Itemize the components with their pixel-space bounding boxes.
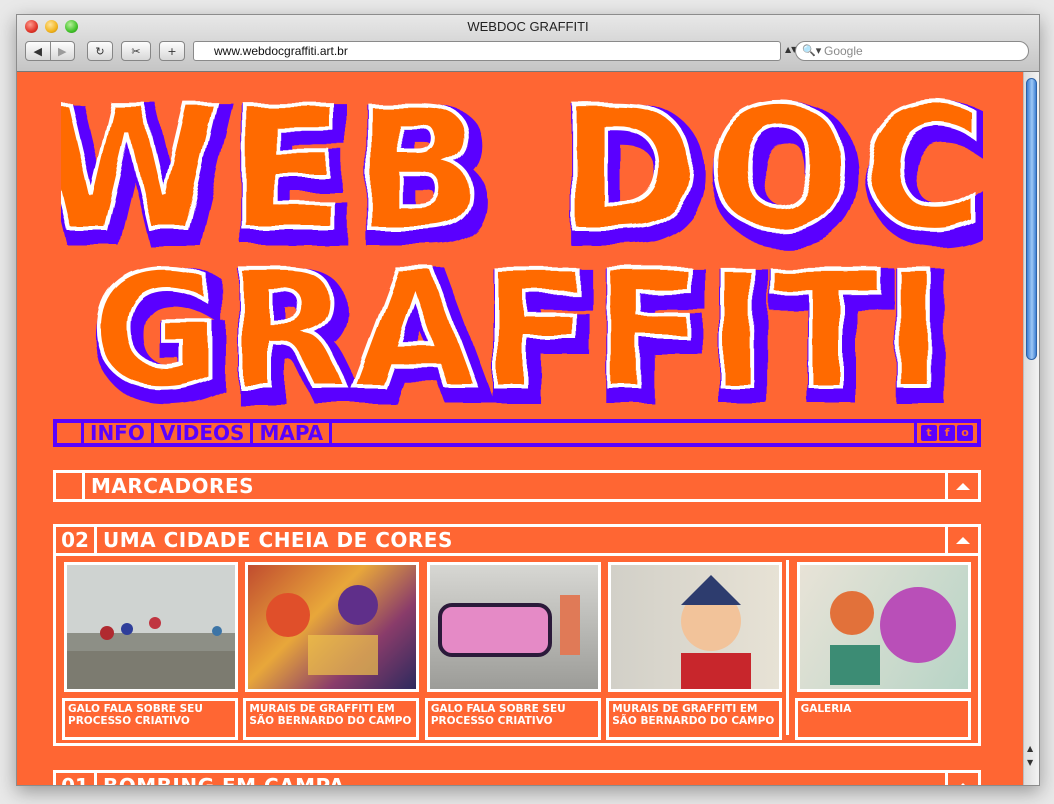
nav-item-mapa[interactable]: MAPA xyxy=(253,423,333,443)
page-content: WEB DOC WEB DOC GRAFFITI GRAFFITI INFO V… xyxy=(17,72,1023,785)
scroll-down-icon[interactable]: ▼ xyxy=(1027,758,1033,767)
gallery-card[interactable]: GALERIA xyxy=(793,560,973,740)
section-title: BOMBING EM CAMPA xyxy=(97,773,948,785)
nav-item-videos[interactable]: VIDEOS xyxy=(154,423,254,443)
video-caption[interactable]: MURAIS DE GRAFFITI EM SÃO BERNARDO DO CA… xyxy=(243,698,420,740)
collapse-button[interactable] xyxy=(948,773,978,785)
collapse-button[interactable] xyxy=(948,527,978,553)
video-card[interactable]: MURAIS DE GRAFFITI EM SÃO BERNARDO DO CA… xyxy=(604,560,784,740)
video-card[interactable]: GALO FALA SOBRE SEU PROCESSO CRIATIVO xyxy=(423,560,603,740)
section-number: 01 xyxy=(56,773,97,785)
forward-arrow-icon[interactable]: ▶ xyxy=(49,42,75,60)
mural-image xyxy=(681,575,752,689)
main-nav: INFO VIDEOS MAPA t f o xyxy=(53,419,981,447)
video-thumbnail[interactable] xyxy=(426,562,601,692)
add-bookmark-button[interactable]: + xyxy=(159,41,185,61)
section-title: UMA CIDADE CHEIA DE CORES xyxy=(97,527,948,553)
reload-icon: ↻ xyxy=(95,44,105,58)
back-arrow-icon[interactable]: ◀ xyxy=(26,42,50,60)
video-caption[interactable]: MURAIS DE GRAFFITI EM SÃO BERNARDO DO CA… xyxy=(606,698,783,740)
nav-item-info[interactable]: INFO xyxy=(84,423,154,443)
panel-blank-cell xyxy=(56,473,85,499)
video-thumbnail[interactable] xyxy=(64,562,238,692)
webdoc-graffiti-logo: WEB DOC WEB DOC GRAFFITI GRAFFITI xyxy=(61,88,983,414)
collapse-button[interactable] xyxy=(948,473,978,499)
window-title: WEBDOC GRAFFITI xyxy=(467,19,589,34)
section-02-panel: 02 UMA CIDADE CHEIA DE CORES GALO FALA S… xyxy=(53,524,981,746)
nav-blank-cell xyxy=(57,423,84,443)
social-links: t f o xyxy=(914,423,977,443)
video-thumbnails: GALO FALA SOBRE SEU PROCESSO CRIATIVO MU… xyxy=(56,553,978,740)
browser-window: WEBDOC GRAFFITI ◀ ▶ ↻ ✂ + www.webdocgraf… xyxy=(16,14,1040,786)
snapback-icon: ✂ xyxy=(131,44,141,58)
section-01-panel: 01 BOMBING EM CAMPA xyxy=(53,770,981,785)
mural-image xyxy=(437,595,580,657)
plus-icon: + xyxy=(167,44,177,58)
video-caption[interactable]: GALO FALA SOBRE SEU PROCESSO CRIATIVO xyxy=(424,698,601,740)
marcadores-title: MARCADORES xyxy=(85,473,948,499)
twitter-icon[interactable]: t xyxy=(921,425,937,441)
mural-image xyxy=(67,617,235,689)
reload-button[interactable]: ↻ xyxy=(87,41,113,61)
video-thumbnail[interactable] xyxy=(245,562,420,692)
scroll-up-icon[interactable]: ▲ xyxy=(1027,744,1033,753)
chevron-up-icon xyxy=(956,782,970,785)
browser-toolbar: WEBDOC GRAFFITI ◀ ▶ ↻ ✂ + www.webdocgraf… xyxy=(17,15,1039,72)
marcadores-panel: MARCADORES xyxy=(53,470,981,502)
video-thumbnail[interactable] xyxy=(608,562,783,692)
chevron-up-icon xyxy=(956,482,970,490)
search-placeholder: Google xyxy=(824,44,863,58)
video-card[interactable]: MURAIS DE GRAFFITI EM SÃO BERNARDO DO CA… xyxy=(241,560,421,740)
svg-text:GRAFFITI: GRAFFITI xyxy=(90,237,947,414)
gallery-thumbnail[interactable] xyxy=(796,562,971,692)
url-field[interactable]: www.webdocgraffiti.art.br xyxy=(193,41,781,61)
chevron-up-icon xyxy=(956,536,970,544)
vertical-scrollbar[interactable]: ▲ ▼ xyxy=(1023,72,1039,785)
mural-image xyxy=(266,585,379,675)
snapback-button[interactable]: ✂ xyxy=(121,41,151,61)
video-caption[interactable]: GALO FALA SOBRE SEU PROCESSO CRIATIVO xyxy=(62,698,238,740)
gallery-caption[interactable]: GALERIA xyxy=(794,698,971,740)
search-field[interactable]: 🔍▾ Google xyxy=(795,41,1029,61)
facebook-icon[interactable]: f xyxy=(939,425,955,441)
search-icon: 🔍▾ xyxy=(802,45,822,57)
section-number: 02 xyxy=(56,527,97,553)
back-forward-control[interactable]: ◀ ▶ xyxy=(25,41,75,61)
mural-image xyxy=(829,587,956,685)
instagram-icon[interactable]: o xyxy=(957,425,973,441)
scrollbar-thumb[interactable] xyxy=(1026,78,1037,360)
video-card[interactable]: GALO FALA SOBRE SEU PROCESSO CRIATIVO xyxy=(60,560,240,740)
